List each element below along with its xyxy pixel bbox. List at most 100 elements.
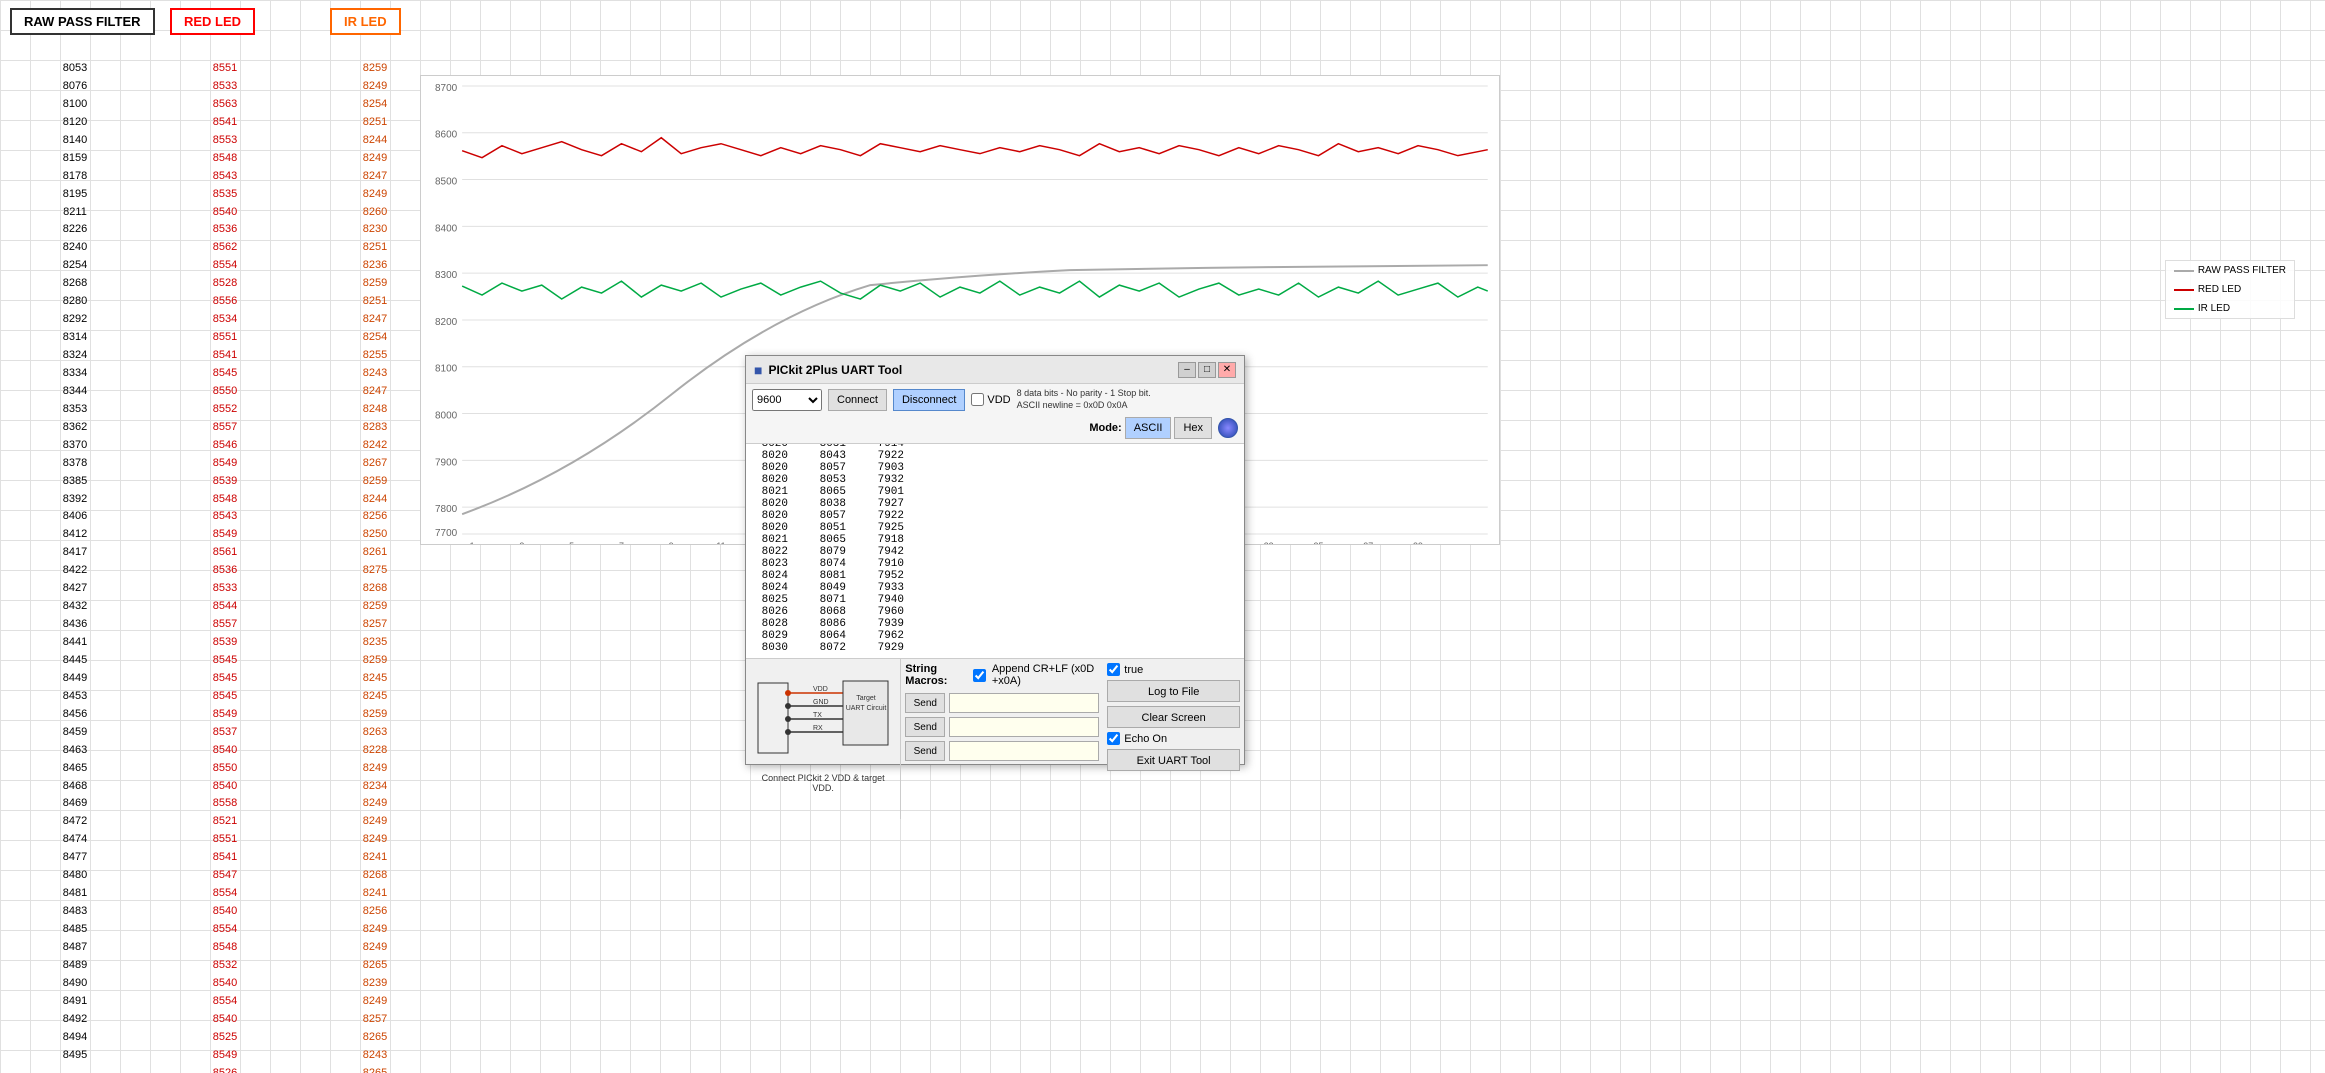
baud-rate-select[interactable]: 9600 19200 38400 57600 115200 (752, 389, 822, 411)
hex-mode-button[interactable]: Hex (1174, 417, 1212, 439)
string-macros-label: String Macros: (905, 663, 967, 687)
ascii-mode-button[interactable]: ASCII (1125, 417, 1172, 439)
table-row: 802080517925 (750, 522, 1240, 534)
terminal-cell: 8021 (750, 486, 788, 498)
terminal-cell: 8025 (750, 594, 788, 606)
raw-data-cell: 8465 (30, 760, 120, 778)
raw-data-cell: 8378 (30, 455, 120, 473)
raw-data-cell: 8453 (30, 688, 120, 706)
chart-legend: RAW PASS FILTER RED LED IR LED (2165, 260, 2295, 319)
data-terminal[interactable]: 8021807879188020803479128020805179148020… (746, 444, 1244, 659)
red-data-cell: 8554 (180, 921, 270, 939)
maximize-button[interactable]: □ (1198, 362, 1216, 378)
uart-icon: ■ (754, 362, 762, 378)
minimize-button[interactable]: – (1178, 362, 1196, 378)
terminal-cell: 8020 (750, 462, 788, 474)
table-row: 802080577922 (750, 510, 1240, 522)
ir-data-cell: 8243 (330, 1047, 420, 1065)
macro-send-2-button[interactable]: Send (905, 717, 945, 737)
terminal-cell: 8068 (808, 606, 846, 618)
ir-data-cell: 8249 (330, 993, 420, 1011)
red-led-label: RED LED (170, 8, 255, 35)
terminal-cell: 7922 (866, 450, 904, 462)
red-data-cell: 8540 (180, 778, 270, 796)
disconnect-button[interactable]: Disconnect (893, 389, 965, 411)
terminal-cell: 7918 (866, 534, 904, 546)
legend-red: RED LED (2174, 284, 2286, 295)
svg-text:TX: TX (813, 712, 822, 719)
raw-data-cell: 8487 (30, 939, 120, 957)
terminal-cell: 7939 (866, 618, 904, 630)
red-data-cell: 8535 (180, 186, 270, 204)
svg-text:UART Circuit: UART Circuit (846, 705, 887, 712)
help-icon[interactable] (1218, 418, 1238, 438)
red-data-cell: 8543 (180, 168, 270, 186)
info-text: 8 data bits - No parity - 1 Stop bit. AS… (1017, 388, 1151, 411)
ir-data-cell: 8256 (330, 508, 420, 526)
table-row: 802080387927 (750, 498, 1240, 510)
macro-send-3-button[interactable]: Send (905, 741, 945, 761)
svg-text:8700: 8700 (435, 83, 458, 94)
ir-data-cell: 8249 (330, 813, 420, 831)
red-data-cell: 8540 (180, 903, 270, 921)
terminal-cell: 8074 (808, 558, 846, 570)
close-button[interactable]: ✕ (1218, 362, 1236, 378)
red-data-cell: 8536 (180, 562, 270, 580)
ir-data-cell: 8251 (330, 239, 420, 257)
raw-data-cell: 8353 (30, 401, 120, 419)
connect-button[interactable]: Connect (828, 389, 887, 411)
ir-data-cell: 8267 (330, 455, 420, 473)
info-line1: 8 data bits - No parity - 1 Stop bit. (1017, 388, 1151, 400)
red-data-cell: 8552 (180, 401, 270, 419)
uart-title-text: PICkit 2Plus UART Tool (768, 363, 902, 377)
ir-data-cell: 8254 (330, 96, 420, 114)
ir-data-cell: 8260 (330, 204, 420, 222)
macro-input-1[interactable] (949, 693, 1099, 713)
table-row: 803080727929 (750, 642, 1240, 654)
raw-data-cell: 8412 (30, 526, 120, 544)
red-data-cell: 8540 (180, 742, 270, 760)
legend-ir: IR LED (2174, 303, 2286, 314)
ir-data-cell: 8249 (330, 939, 420, 957)
dialog-bottom: Target UART Circuit VDD GND TX RX Connec… (746, 659, 1244, 819)
dialog-controls[interactable]: – □ ✕ (1178, 362, 1236, 378)
ir-data-cell: 8275 (330, 562, 420, 580)
terminal-cell: 8022 (750, 546, 788, 558)
raw-data-cell: 8459 (30, 724, 120, 742)
exit-uart-tool-button[interactable]: Exit UART Tool (1107, 749, 1240, 771)
log-to-file-button[interactable]: Log to File (1107, 680, 1240, 702)
macro-input-3[interactable] (949, 741, 1099, 761)
macro-input-2[interactable] (949, 717, 1099, 737)
clear-screen-button[interactable]: Clear Screen (1107, 706, 1240, 728)
red-data-cell: 8528 (180, 275, 270, 293)
wrap-text-checkbox[interactable] (1107, 663, 1120, 676)
ir-data-cell: 8249 (330, 186, 420, 204)
data-columns: 8053807681008120814081598178819582118226… (0, 55, 450, 1073)
raw-data-cell: 8076 (30, 78, 120, 96)
terminal-cell: 8024 (750, 570, 788, 582)
dialog-title: ■ PICkit 2Plus UART Tool (754, 362, 902, 378)
red-data-cell: 8550 (180, 760, 270, 778)
terminal-cell: 7927 (866, 498, 904, 510)
echo-on-checkbox[interactable] (1107, 732, 1120, 745)
svg-text:8300: 8300 (435, 270, 458, 281)
raw-data-cell: 8292 (30, 311, 120, 329)
raw-data-cell: 8445 (30, 652, 120, 670)
red-data-cell: 8540 (180, 204, 270, 222)
raw-data-cell: 8490 (30, 975, 120, 993)
svg-text:11: 11 (716, 541, 725, 544)
macro-send-1-button[interactable]: Send (905, 693, 945, 713)
append-crlf-checkbox[interactable] (973, 669, 986, 682)
vdd-checkbox[interactable] (971, 393, 984, 406)
dialog-titlebar: ■ PICkit 2Plus UART Tool – □ ✕ (746, 356, 1244, 384)
ir-data-cell: 8244 (330, 132, 420, 150)
raw-data-cell: 8362 (30, 419, 120, 437)
raw-data-cell: 8469 (30, 795, 120, 813)
raw-data-column: 8053807681008120814081598178819582118226… (0, 55, 150, 1073)
svg-text:7900: 7900 (435, 457, 458, 468)
terminal-cell: 8038 (808, 498, 846, 510)
ir-data-cell: 8243 (330, 365, 420, 383)
red-data-cell: 8548 (180, 150, 270, 168)
red-data-cell: 8554 (180, 257, 270, 275)
terminal-cell: 8053 (808, 474, 846, 486)
